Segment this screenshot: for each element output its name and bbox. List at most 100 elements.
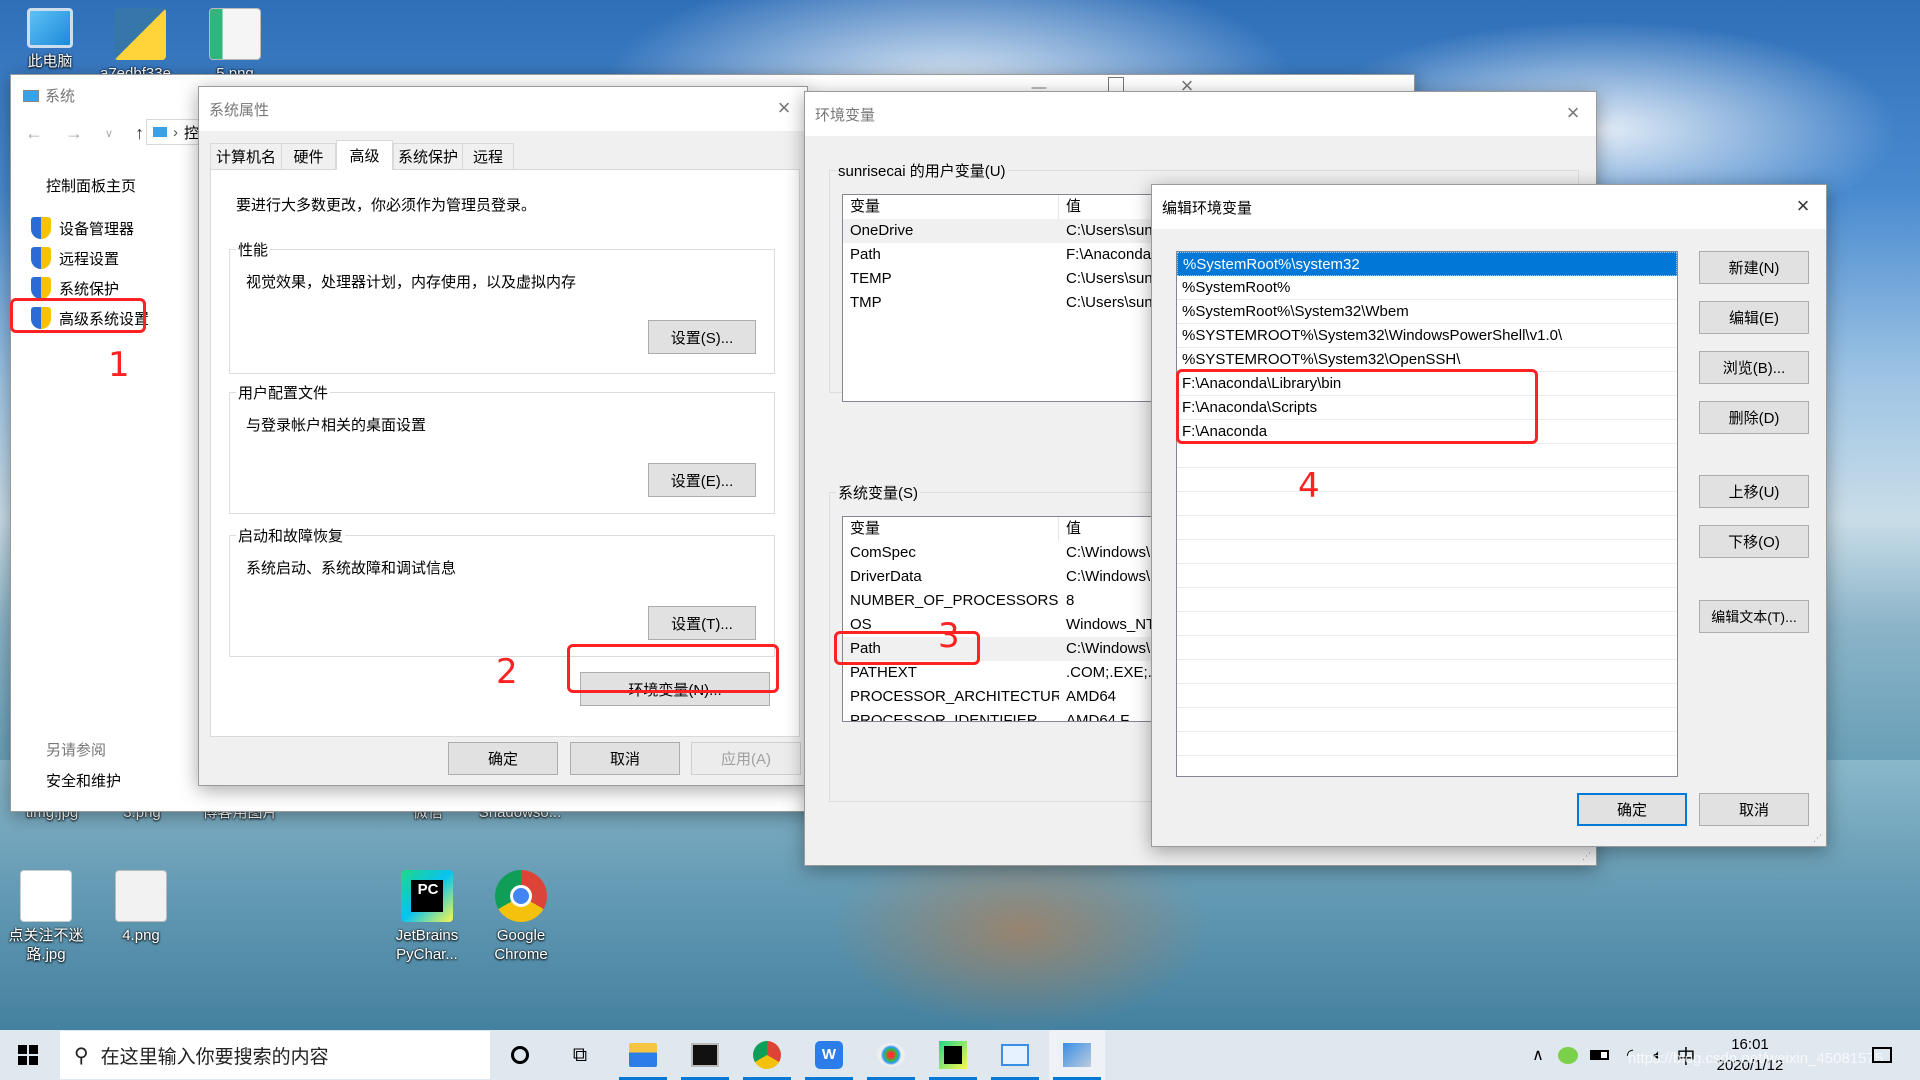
path-entries-list[interactable]: %SystemRoot%\system32 %SystemRoot% %System…	[1176, 251, 1678, 777]
path-entry-empty[interactable]	[1177, 636, 1677, 660]
cancel-button[interactable]: 取消	[570, 742, 680, 775]
cortana-button[interactable]	[492, 1030, 548, 1080]
browse-button[interactable]: 浏览(B)...	[1699, 351, 1809, 384]
security-maintenance-link[interactable]: 安全和维护	[46, 770, 121, 791]
desktop-icon-python-file[interactable]: a7edbf33e...	[100, 8, 183, 83]
tab-computer-name[interactable]: 计算机名	[210, 143, 282, 169]
desktop-icon-label: 点关注不迷路.jpg	[8, 927, 84, 963]
column-header-variable[interactable]: 变量	[843, 195, 1059, 219]
desktop-icon-this-pc[interactable]: 此电脑	[10, 8, 90, 71]
taskbar-app-file-explorer[interactable]	[615, 1030, 671, 1080]
path-entry-empty[interactable]	[1177, 540, 1677, 564]
sidebar-item-system-protection[interactable]: 系统保护	[31, 277, 119, 299]
system-window-title: 系统	[23, 85, 75, 106]
tray-wechat[interactable]	[1554, 1030, 1582, 1080]
system-icon	[1063, 1043, 1091, 1067]
startup-recovery-group: 启动和故障恢复 系统启动、系统故障和调试信息 设置(T)...	[229, 525, 775, 657]
taskbar-search-box[interactable]: ⚲ 在这里输入你要搜索的内容	[60, 1031, 490, 1079]
path-entry-empty[interactable]	[1177, 588, 1677, 612]
path-entry[interactable]: %SYSTEMROOT%\System32\WindowsPowerShell\…	[1177, 324, 1677, 348]
desktop-icon-chrome[interactable]: Google Chrome	[481, 870, 561, 964]
dialog-title: 编辑环境变量	[1162, 199, 1253, 217]
cancel-button[interactable]: 取消	[1699, 793, 1809, 826]
move-up-button[interactable]: 上移(U)	[1699, 475, 1809, 508]
group-description: 与登录帐户相关的桌面设置	[246, 417, 427, 434]
taskbar-app-system[interactable]	[1049, 1030, 1105, 1080]
desktop-icon-label: Google Chrome	[494, 927, 548, 963]
ok-button[interactable]: 确定	[448, 742, 558, 775]
taskbar-app-wps[interactable]: W	[801, 1030, 857, 1080]
tab-hardware[interactable]: 硬件	[281, 143, 336, 169]
path-entry-empty[interactable]	[1177, 732, 1677, 756]
dialog-title: 系统属性	[209, 101, 270, 119]
user-profiles-group: 用户配置文件 与登录帐户相关的桌面设置 设置(E)...	[229, 382, 775, 514]
move-down-button[interactable]: 下移(O)	[1699, 525, 1809, 558]
user-profiles-settings-button[interactable]: 设置(E)...	[648, 463, 756, 497]
path-entry-selected[interactable]: %SystemRoot%\system32	[1177, 252, 1677, 276]
taskbar-app-terminal[interactable]	[677, 1030, 733, 1080]
path-entry[interactable]: %SystemRoot%\System32\Wbem	[1177, 300, 1677, 324]
ok-button[interactable]: 确定	[1577, 793, 1687, 826]
desktop-icon-pycharm[interactable]: PC JetBrains PyChar...	[387, 870, 467, 964]
variable-name: ComSpec	[850, 544, 916, 561]
variable-name: DriverData	[850, 568, 922, 585]
action-center-button[interactable]	[1858, 1030, 1906, 1080]
image-file-icon	[115, 870, 167, 922]
variable-name: PROCESSOR_ARCHITECTURE	[850, 688, 1059, 705]
wps-icon: W	[815, 1041, 843, 1069]
tab-advanced[interactable]: 高级	[336, 140, 393, 170]
sidebar-item-device-manager[interactable]: 设备管理器	[31, 217, 134, 239]
apply-button[interactable]: 应用(A)	[691, 742, 801, 775]
search-placeholder: 在这里输入你要搜索的内容	[100, 1046, 329, 1068]
taskbar-app-paint[interactable]	[863, 1030, 919, 1080]
variable-name: NUMBER_OF_PROCESSORS	[850, 592, 1059, 609]
column-header-variable[interactable]: 变量	[843, 517, 1059, 541]
path-entry-empty[interactable]	[1177, 468, 1677, 492]
path-entry[interactable]: %SystemRoot%	[1177, 276, 1677, 300]
taskbar-app-control-panel[interactable]	[987, 1030, 1043, 1080]
desktop-icon-label: 此电脑	[27, 53, 73, 70]
path-entry-empty[interactable]	[1177, 444, 1677, 468]
path-entry-empty[interactable]	[1177, 660, 1677, 684]
up-arrow-icon[interactable]: ↑	[135, 123, 144, 144]
show-hidden-icons-button[interactable]: ∧	[1526, 1030, 1550, 1080]
path-entry-empty[interactable]	[1177, 684, 1677, 708]
resize-grip-icon[interactable]: ⋰	[1813, 833, 1823, 843]
path-entry-empty[interactable]	[1177, 708, 1677, 732]
taskbar-app-chrome[interactable]	[739, 1030, 795, 1080]
recent-chevron-icon[interactable]: ∨	[105, 127, 113, 140]
dialog-titlebar: 编辑环境变量	[1152, 185, 1826, 229]
file-explorer-icon	[629, 1043, 657, 1067]
edit-button[interactable]: 编辑(E)	[1699, 301, 1809, 334]
task-view-button[interactable]: ⧉	[552, 1030, 608, 1080]
resize-grip-icon[interactable]: ⋰	[1582, 851, 1592, 861]
new-button[interactable]: 新建(N)	[1699, 251, 1809, 284]
tray-battery[interactable]	[1585, 1030, 1613, 1080]
close-button[interactable]: ×	[1792, 195, 1814, 217]
tab-system-protection[interactable]: 系统保护	[393, 143, 463, 169]
sidebar-item-remote-settings[interactable]: 远程设置	[31, 247, 119, 269]
path-entry-empty[interactable]	[1177, 564, 1677, 588]
path-entry-empty[interactable]	[1177, 612, 1677, 636]
performance-settings-button[interactable]: 设置(S)...	[648, 320, 756, 354]
back-arrow-icon[interactable]: ←	[25, 123, 43, 144]
path-entry-empty[interactable]	[1177, 492, 1677, 516]
tab-remote[interactable]: 远程	[462, 143, 514, 169]
address-bar[interactable]: › 控	[146, 119, 206, 145]
close-button[interactable]: ×	[773, 97, 795, 119]
watermark: https://blog.csdn.net/weixin_45081575	[1628, 1050, 1884, 1067]
variable-name: TEMP	[850, 270, 892, 287]
taskbar-app-pycharm[interactable]	[925, 1030, 981, 1080]
startup-recovery-settings-button[interactable]: 设置(T)...	[648, 606, 756, 640]
desktop-icon-4png[interactable]: 4.png	[101, 870, 181, 945]
desktop-icon-5png[interactable]: 5.png	[195, 8, 275, 83]
desktop-icon-follow-jpg[interactable]: 点关注不迷路.jpg	[6, 870, 86, 964]
control-panel-icon	[1001, 1044, 1029, 1066]
edit-text-button[interactable]: 编辑文本(T)...	[1699, 600, 1809, 633]
control-panel-home-link[interactable]: 控制面板主页	[46, 175, 136, 196]
start-button[interactable]	[0, 1030, 56, 1080]
delete-button[interactable]: 删除(D)	[1699, 401, 1809, 434]
path-entry-empty[interactable]	[1177, 516, 1677, 540]
forward-arrow-icon[interactable]: →	[65, 123, 83, 144]
close-button[interactable]: ×	[1562, 102, 1584, 124]
